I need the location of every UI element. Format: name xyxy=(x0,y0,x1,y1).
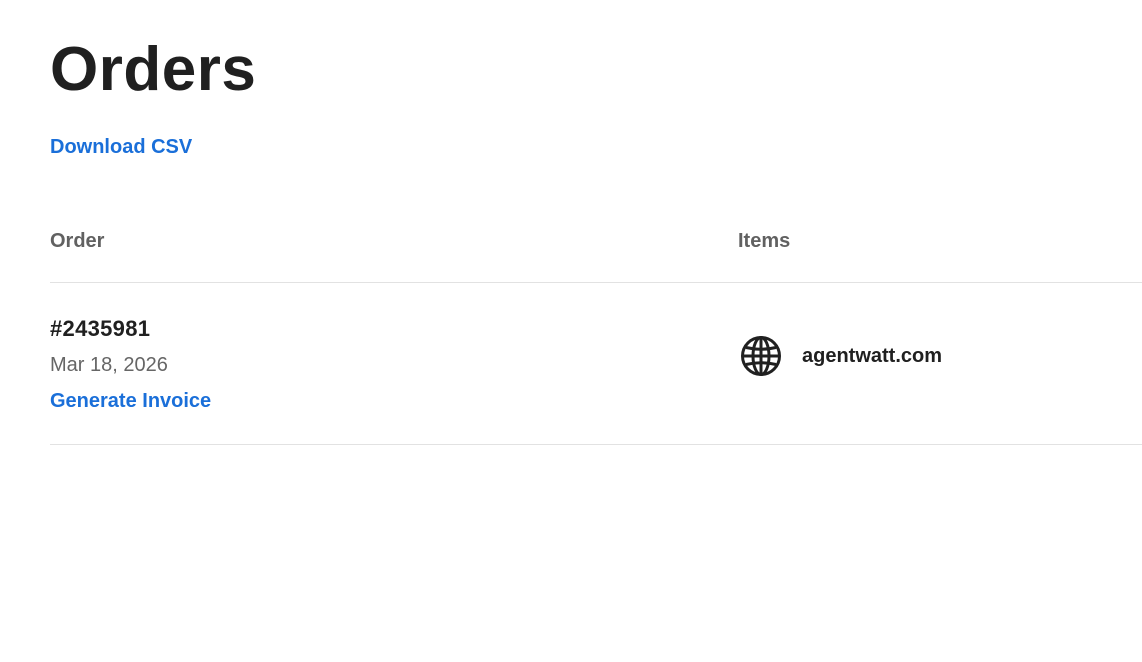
page-title: Orders xyxy=(50,35,257,104)
table-header: Order Items xyxy=(50,220,1142,283)
globe-icon xyxy=(740,335,782,377)
column-header-items: Items xyxy=(738,230,791,252)
order-date: Mar 18, 2026 xyxy=(50,354,168,376)
orders-table: Order Items #2435981 Mar 18, 2026 Genera… xyxy=(50,220,1142,445)
item-name: agentwatt.com xyxy=(802,345,943,367)
generate-invoice-link[interactable]: Generate Invoice xyxy=(50,387,211,415)
order-item: agentwatt.com xyxy=(740,335,942,377)
orders-page: Orders Download CSV Order Items #2435981… xyxy=(0,0,1142,662)
table-row: #2435981 Mar 18, 2026 Generate Invoice a… xyxy=(50,283,1142,445)
column-header-order: Order xyxy=(50,230,105,252)
download-csv-link[interactable]: Download CSV xyxy=(50,133,192,161)
order-number: #2435981 xyxy=(50,316,151,341)
